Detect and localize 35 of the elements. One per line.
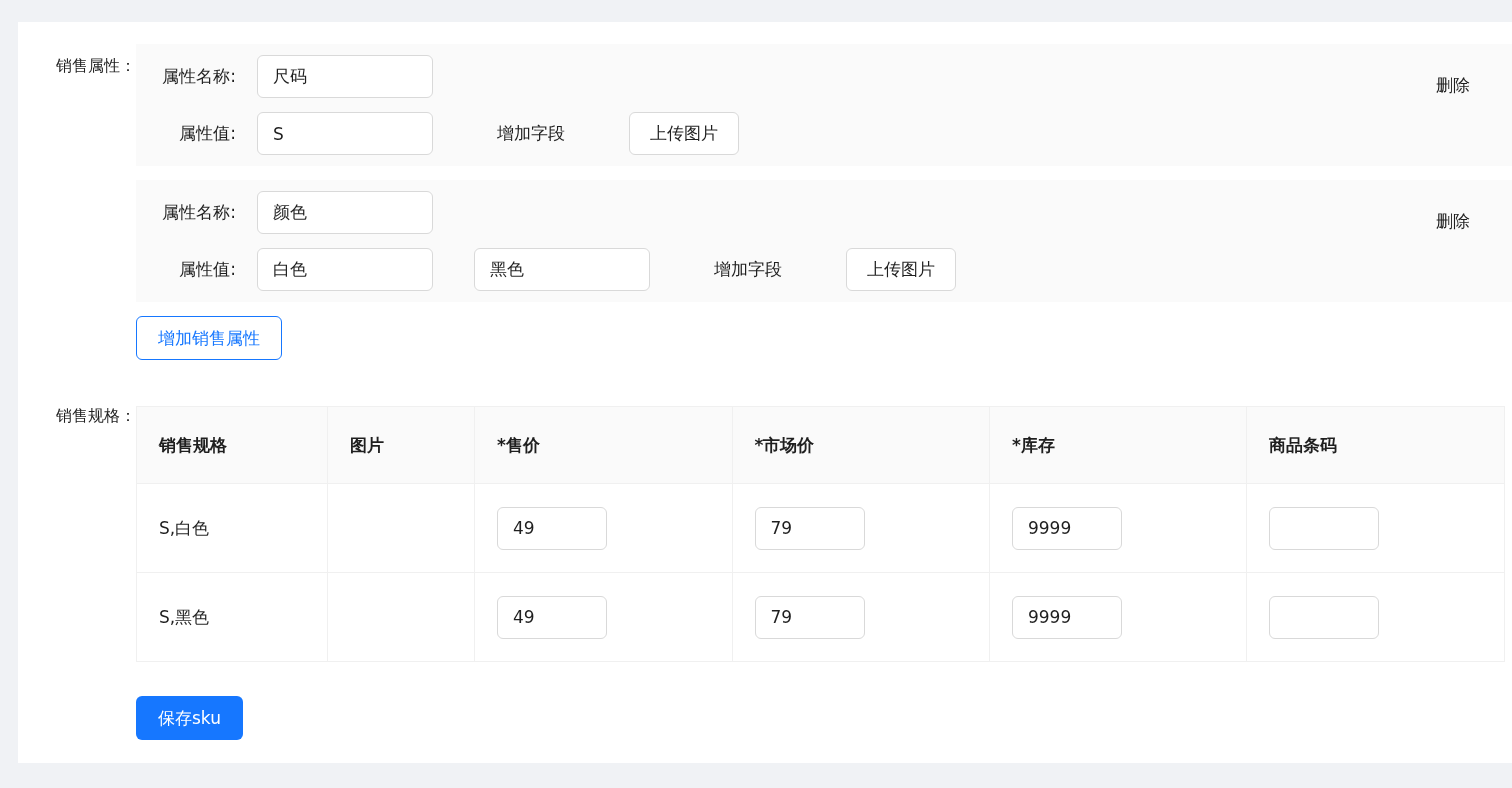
delete-link[interactable]: 删除	[1436, 74, 1470, 97]
field-label: 属性值:	[178, 122, 236, 145]
input-field[interactable]: 黑色	[474, 248, 650, 291]
upload-button[interactable]: 上传图片	[846, 248, 956, 291]
table-cell: S,黑色	[136, 572, 328, 662]
field-label: 属性名称:	[161, 201, 236, 224]
market-price-input[interactable]: 79	[754, 595, 865, 639]
upload-button[interactable]: 上传图片	[629, 112, 739, 155]
column-header: *市场价	[732, 406, 990, 484]
stock-input[interactable]: 9999	[1012, 595, 1122, 639]
barcode-input[interactable]	[1269, 595, 1380, 639]
input-field[interactable]: S	[257, 112, 433, 155]
form-label: 销售规格：	[55, 406, 136, 427]
barcode-input[interactable]	[1269, 506, 1380, 550]
save-button[interactable]: 保存sku	[136, 696, 243, 740]
column-header: 销售规格	[136, 406, 328, 484]
stock-input[interactable]: 9999	[1012, 506, 1122, 550]
add-field-link[interactable]: 增加字段	[497, 122, 565, 145]
add-attribute-button[interactable]: 增加销售属性	[136, 316, 282, 360]
input-field[interactable]: 颜色	[257, 191, 433, 234]
field-label: 属性名称:	[161, 65, 236, 88]
column-header: *库存	[989, 406, 1247, 484]
column-header: 商品条码	[1246, 406, 1505, 484]
input-field[interactable]: 白色	[257, 248, 433, 291]
delete-link[interactable]: 删除	[1436, 210, 1470, 233]
column-header: 图片	[327, 406, 475, 484]
input-field[interactable]: 尺码	[257, 55, 433, 98]
table-cell: S,白色	[136, 483, 328, 573]
form-label: 销售属性：	[55, 55, 136, 77]
field-label: 属性值:	[178, 258, 236, 281]
market-price-input[interactable]: 79	[754, 506, 865, 550]
price-input[interactable]: 49	[497, 506, 607, 550]
price-input[interactable]: 49	[497, 595, 607, 639]
column-header: *售价	[474, 406, 732, 484]
add-field-link[interactable]: 增加字段	[714, 258, 782, 281]
